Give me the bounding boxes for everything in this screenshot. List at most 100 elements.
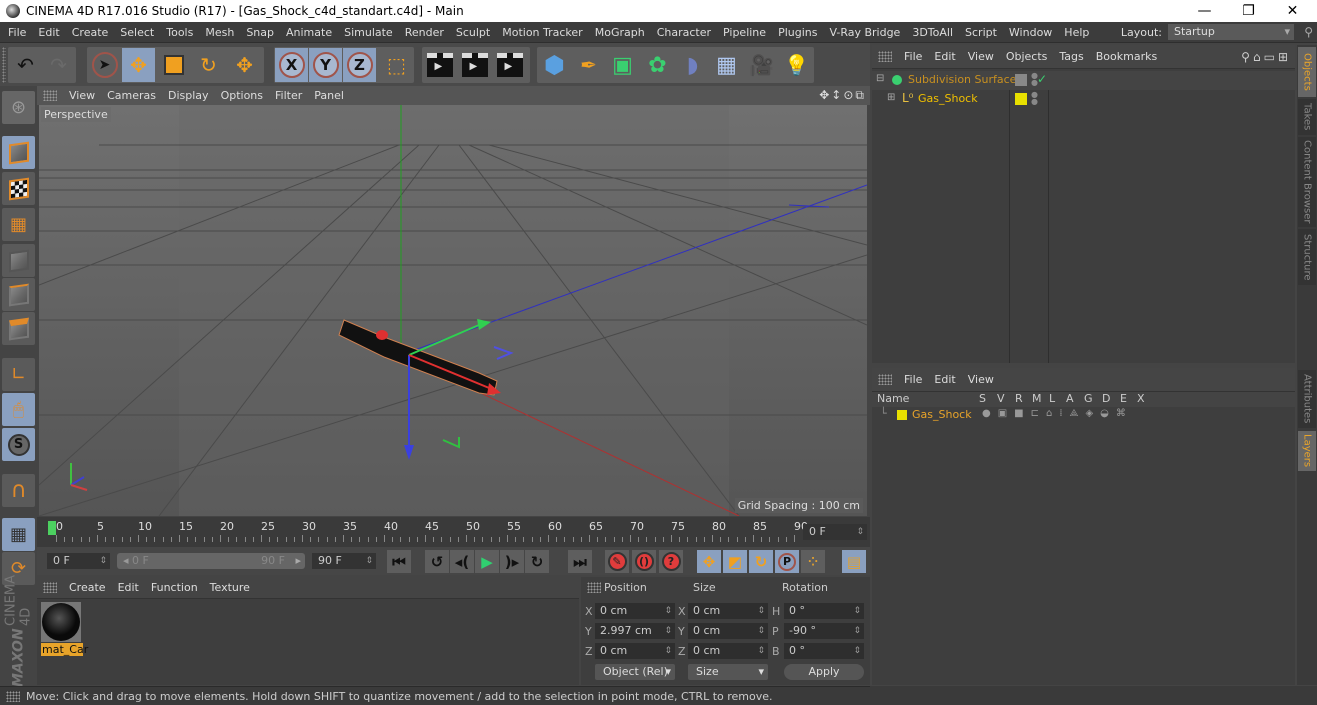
3d-viewport[interactable]: Perspective Grid Spacing : 100 cm <box>39 105 867 516</box>
floor-icon[interactable]: ▦ <box>710 48 743 82</box>
keyframe-selection-button[interactable]: ? <box>659 550 683 573</box>
column-expressions[interactable]: E <box>1120 392 1127 405</box>
column-name[interactable]: Name <box>877 392 909 405</box>
select-arrow-icon[interactable]: ➤ <box>88 48 121 82</box>
panel-grip[interactable] <box>587 582 601 593</box>
obj-menu-objects[interactable]: Objects <box>1000 50 1054 63</box>
auto-keying-button[interactable]: () <box>632 550 656 573</box>
layer-color-swatch[interactable] <box>897 410 907 420</box>
column-generators[interactable]: G <box>1084 392 1093 405</box>
point-mode-icon[interactable] <box>2 244 35 277</box>
subdivision-surface-icon[interactable]: ▣ <box>606 48 639 82</box>
layer-row[interactable]: └ Gas_Shock ●▣■⊏⌂⁞⟁◈◒⌘ <box>872 407 1295 423</box>
search-icon[interactable]: ⚲ <box>1241 50 1253 64</box>
menu-edit[interactable]: Edit <box>32 26 65 39</box>
collapse-icon[interactable]: ▭ <box>1264 50 1278 64</box>
object-name[interactable]: Subdivision Surface <box>908 73 1016 86</box>
rotate-view-icon[interactable]: ⊙ <box>843 88 855 102</box>
tab-objects[interactable]: Objects <box>1298 47 1316 97</box>
search-icon[interactable]: ⚲ <box>1304 25 1313 39</box>
end-frame-field[interactable]: 90 F ⇕ <box>312 553 376 569</box>
record-button[interactable]: ✎ <box>605 550 629 573</box>
start-frame-field[interactable]: 0 F ⇕ <box>47 553 110 569</box>
column-locked[interactable]: L <box>1049 392 1055 405</box>
menu-mesh[interactable]: Mesh <box>199 26 240 39</box>
render-settings-icon[interactable] <box>493 48 526 82</box>
previous-key-button[interactable]: ↺ <box>425 550 449 573</box>
mat-menu-texture[interactable]: Texture <box>204 581 256 594</box>
menu-simulate[interactable]: Simulate <box>338 26 399 39</box>
object-row[interactable]: ⊞ L⁰ Gas_Shock ● ● <box>872 90 1295 109</box>
visibility-dots[interactable]: ● ● <box>1031 91 1038 106</box>
position-x-field[interactable]: 0 cm ⇕ <box>595 603 675 619</box>
restore-button[interactable]: ❐ <box>1226 0 1271 22</box>
next-frame-button[interactable]: )▸ <box>500 550 524 573</box>
size-x-field[interactable]: 0 cm ⇕ <box>688 603 768 619</box>
home-icon[interactable]: ⌂ <box>1253 50 1264 64</box>
dolly-icon[interactable]: ↕ <box>831 88 843 102</box>
menu-mograph[interactable]: MoGraph <box>589 26 651 39</box>
menu-script[interactable]: Script <box>959 26 1003 39</box>
coordinate-system-icon[interactable]: ⬚ <box>380 48 413 82</box>
key-rotation-button[interactable]: ↻ <box>749 550 773 573</box>
mat-menu-edit[interactable]: Edit <box>112 581 145 594</box>
toolbar-grip[interactable] <box>2 47 6 83</box>
column-xref[interactable]: X <box>1137 392 1145 405</box>
close-button[interactable]: ✕ <box>1270 0 1315 22</box>
recent-tool-icon[interactable]: ✥ <box>228 48 261 82</box>
frame-range-slider[interactable]: ◂ 0 F 90 F ▸ <box>117 553 305 569</box>
rotation-h-field[interactable]: 0 ° ⇕ <box>784 603 864 619</box>
tab-attributes[interactable]: Attributes <box>1298 370 1316 428</box>
z-axis-lock[interactable]: Z <box>343 48 376 82</box>
vp-menu-options[interactable]: Options <box>215 89 269 102</box>
camera-icon[interactable]: 🎥 <box>745 48 778 82</box>
vp-menu-cameras[interactable]: Cameras <box>101 89 162 102</box>
menu-3dtoall[interactable]: 3DToAll <box>906 26 959 39</box>
panel-grip[interactable] <box>43 90 57 101</box>
panel-grip[interactable] <box>43 582 57 593</box>
render-view-icon[interactable] <box>423 48 456 82</box>
column-manager[interactable]: M <box>1032 392 1042 405</box>
new-window-icon[interactable]: ⊞ <box>1278 50 1291 64</box>
spline-pen-icon[interactable]: ✒ <box>572 48 605 82</box>
key-position-button[interactable]: ✥ <box>697 550 721 573</box>
layout-dropdown[interactable]: Startup <box>1168 24 1294 40</box>
layer-menu-edit[interactable]: Edit <box>928 373 961 386</box>
make-editable-icon[interactable]: ⊛ <box>2 91 35 124</box>
vp-menu-display[interactable]: Display <box>162 89 215 102</box>
solo-icon[interactable]: S <box>2 428 35 461</box>
texture-mode-icon[interactable] <box>2 172 35 205</box>
rotate-icon[interactable]: ↻ <box>192 48 225 82</box>
key-parameter-button[interactable]: P <box>775 550 799 573</box>
camera-label[interactable]: Perspective <box>41 107 111 122</box>
light-icon[interactable]: 💡 <box>780 48 813 82</box>
undo-icon[interactable]: ↶ <box>9 48 42 82</box>
cube-primitive-icon[interactable]: ⬢ <box>538 48 571 82</box>
maximize-view-icon[interactable]: ⧉ <box>855 88 866 102</box>
axis-mode-icon[interactable]: ∟ <box>2 358 35 391</box>
obj-menu-bookmarks[interactable]: Bookmarks <box>1090 50 1163 63</box>
panel-grip[interactable] <box>878 51 892 62</box>
size-mode-dropdown[interactable]: Size ▾ <box>688 664 768 680</box>
move-icon[interactable]: ✥ <box>122 48 155 82</box>
menu-create[interactable]: Create <box>66 26 115 39</box>
x-axis-lock[interactable]: X <box>275 48 308 82</box>
obj-menu-edit[interactable]: Edit <box>928 50 961 63</box>
object-row[interactable]: ⊟ Subdivision Surface ● ● ✓ <box>872 71 1295 90</box>
y-axis-lock[interactable]: Y <box>309 48 342 82</box>
polygon-mode-icon[interactable] <box>2 312 35 345</box>
tab-structure[interactable]: Structure <box>1298 229 1316 285</box>
key-pla-button[interactable]: ⁘ <box>801 550 825 573</box>
tab-content-browser[interactable]: Content Browser <box>1298 137 1316 227</box>
column-render[interactable]: R <box>1015 392 1023 405</box>
coordinate-mode-dropdown[interactable]: Object (Rel) ▾ <box>595 664 675 680</box>
mat-menu-function[interactable]: Function <box>145 581 204 594</box>
menu-render[interactable]: Render <box>399 26 450 39</box>
next-key-button[interactable]: ↻ <box>525 550 549 573</box>
timeline-icon[interactable]: ▤ <box>842 550 866 573</box>
model-mode-icon[interactable] <box>2 136 35 169</box>
position-z-field[interactable]: 0 cm ⇕ <box>595 643 675 659</box>
render-picture-viewer-icon[interactable] <box>458 48 491 82</box>
panel-grip[interactable] <box>878 374 892 385</box>
go-to-end-button[interactable]: ⏭ <box>568 550 592 573</box>
